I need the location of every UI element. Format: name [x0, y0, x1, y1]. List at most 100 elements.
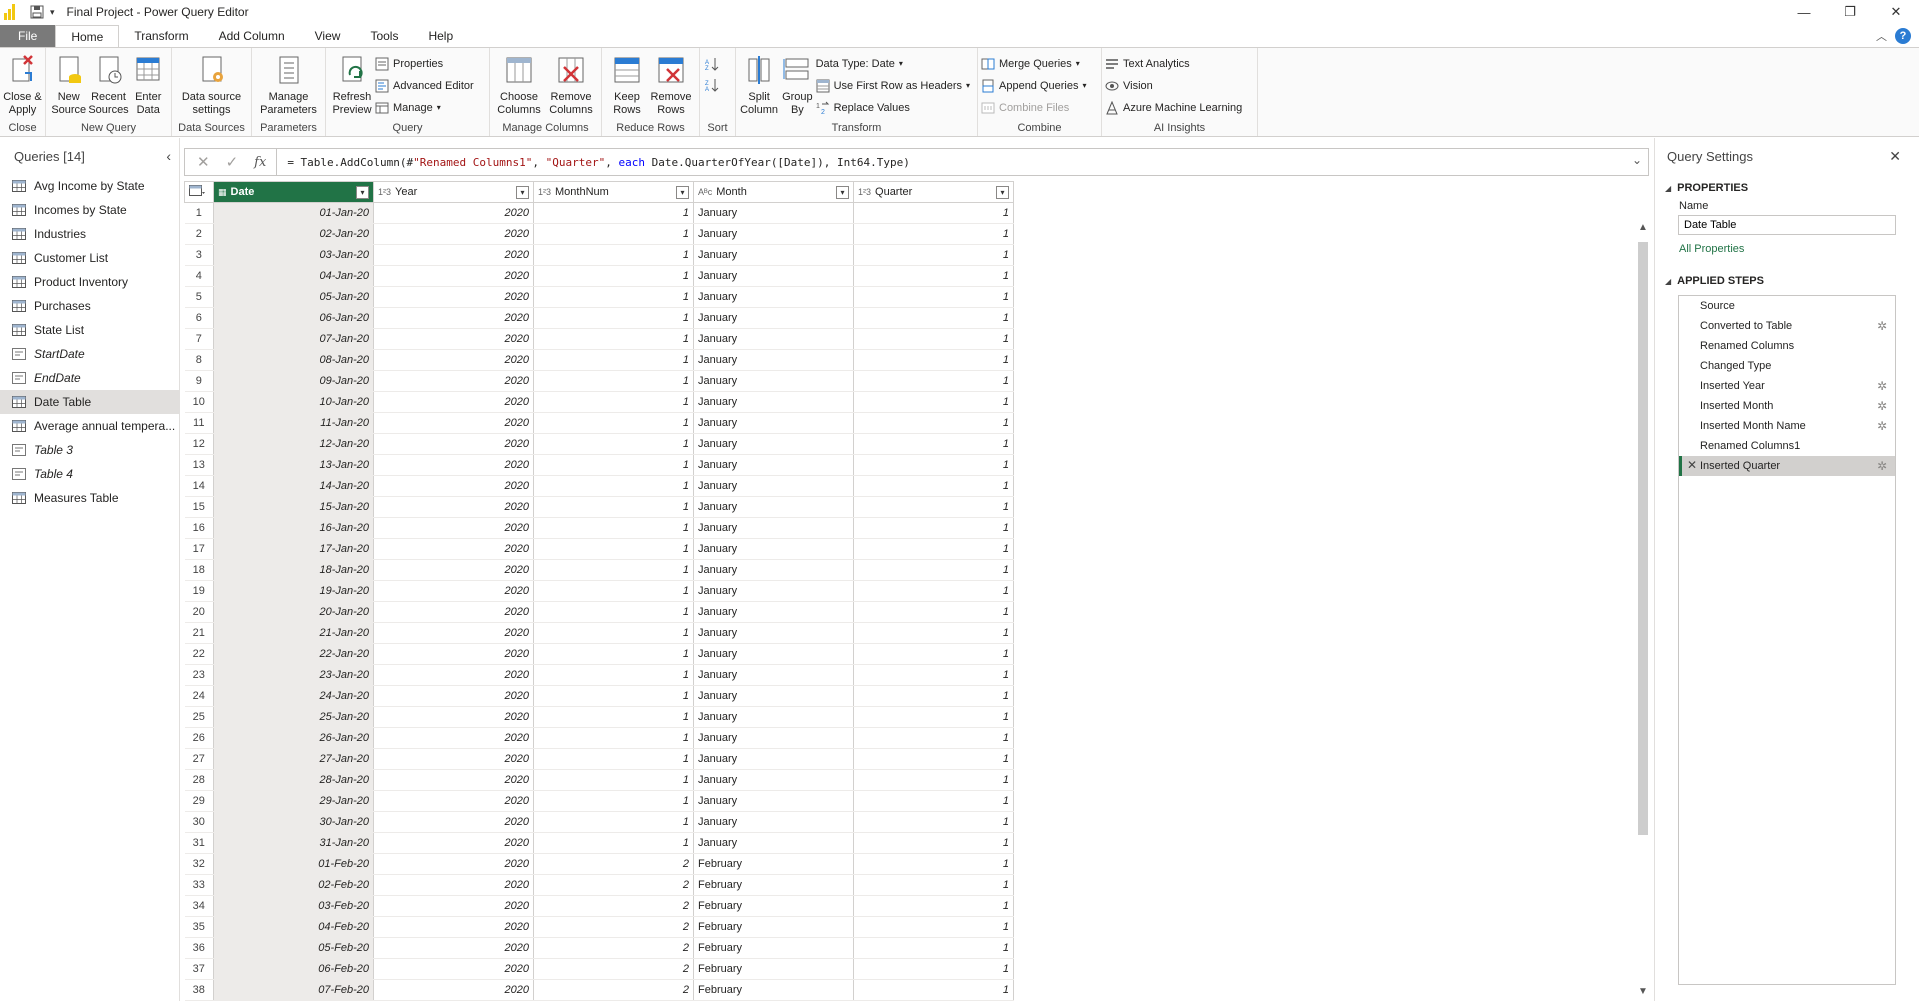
data-type-dropdown[interactable]: Data Type: Date ▾ — [816, 54, 974, 73]
table-cell[interactable]: January — [693, 265, 854, 287]
row-number[interactable]: 2 — [184, 223, 214, 245]
query-item[interactable]: Avg Income by State — [0, 174, 179, 198]
table-cell[interactable]: 11-Jan-20 — [213, 412, 374, 434]
table-cell[interactable]: January — [693, 559, 854, 581]
table-cell[interactable]: 1 — [853, 349, 1014, 371]
tab-tools[interactable]: Tools — [355, 25, 413, 47]
table-cell[interactable]: 1 — [853, 370, 1014, 392]
table-cell[interactable]: 2020 — [373, 433, 534, 455]
table-cell[interactable]: 21-Jan-20 — [213, 622, 374, 644]
table-cell[interactable]: February — [693, 937, 854, 959]
table-cell[interactable]: 2020 — [373, 790, 534, 812]
table-cell[interactable]: 02-Jan-20 — [213, 223, 374, 245]
table-cell[interactable]: 1 — [853, 580, 1014, 602]
table-cell[interactable]: 2020 — [373, 559, 534, 581]
table-cell[interactable]: January — [693, 391, 854, 413]
column-header-monthnum[interactable]: 1²3 MonthNum ▾ — [533, 181, 694, 203]
table-cell[interactable]: 2020 — [373, 916, 534, 938]
table-cell[interactable]: 27-Jan-20 — [213, 748, 374, 770]
step-settings-gear-icon[interactable]: ✲ — [1877, 459, 1887, 473]
table-cell[interactable]: January — [693, 433, 854, 455]
row-number[interactable]: 35 — [184, 916, 214, 938]
table-cell[interactable]: 1 — [853, 412, 1014, 434]
row-number[interactable]: 28 — [184, 769, 214, 791]
table-cell[interactable]: January — [693, 517, 854, 539]
row-number[interactable]: 6 — [184, 307, 214, 329]
query-item[interactable]: StartDate — [0, 342, 179, 366]
table-cell[interactable]: 20-Jan-20 — [213, 601, 374, 623]
manage-button[interactable]: Manage ▾ — [375, 98, 478, 117]
restore-button[interactable]: ❐ — [1827, 0, 1873, 24]
table-cell[interactable]: 1 — [853, 475, 1014, 497]
number-type-icon[interactable]: 1²3 — [378, 187, 391, 197]
table-cell[interactable]: 29-Jan-20 — [213, 790, 374, 812]
commit-formula-icon[interactable]: ✓ — [226, 153, 239, 171]
properties-section[interactable]: ◢ PROPERTIES — [1655, 182, 1919, 194]
row-number[interactable]: 38 — [184, 979, 214, 1001]
table-cell[interactable]: January — [693, 307, 854, 329]
table-cell[interactable]: 1 — [853, 538, 1014, 560]
row-number[interactable]: 3 — [184, 244, 214, 266]
column-header-quarter[interactable]: 1²3 Quarter ▾ — [853, 181, 1014, 203]
table-cell[interactable]: January — [693, 706, 854, 728]
properties-button[interactable]: Properties — [375, 54, 478, 73]
table-cell[interactable]: 07-Feb-20 — [213, 979, 374, 1001]
table-cell[interactable]: 2020 — [373, 223, 534, 245]
row-number[interactable]: 21 — [184, 622, 214, 644]
table-cell[interactable]: 2020 — [373, 580, 534, 602]
table-cell[interactable]: 1 — [853, 286, 1014, 308]
table-cell[interactable]: 1 — [853, 433, 1014, 455]
table-cell[interactable]: 2020 — [373, 349, 534, 371]
table-cell[interactable]: 1 — [853, 790, 1014, 812]
table-cell[interactable]: February — [693, 979, 854, 1001]
table-cell[interactable]: 1 — [853, 601, 1014, 623]
applied-step[interactable]: Inserted Year ✲ — [1679, 376, 1895, 396]
row-number[interactable]: 1 — [184, 202, 214, 224]
table-cell[interactable]: 06-Jan-20 — [213, 307, 374, 329]
table-cell[interactable]: 1 — [853, 643, 1014, 665]
all-properties-link[interactable]: All Properties — [1655, 243, 1919, 255]
row-number[interactable]: 36 — [184, 937, 214, 959]
merge-queries-button[interactable]: Merge Queries ▾ — [981, 54, 1091, 73]
table-cell[interactable]: 1 — [533, 370, 694, 392]
table-cell[interactable]: January — [693, 601, 854, 623]
table-cell[interactable]: 1 — [853, 916, 1014, 938]
table-cell[interactable]: 19-Jan-20 — [213, 580, 374, 602]
query-item[interactable]: Purchases — [0, 294, 179, 318]
table-cell[interactable]: 2020 — [373, 538, 534, 560]
table-cell[interactable]: January — [693, 223, 854, 245]
step-settings-gear-icon[interactable]: ✲ — [1877, 319, 1887, 333]
table-cell[interactable]: 2020 — [373, 748, 534, 770]
query-item[interactable]: Measures Table — [0, 486, 179, 510]
row-number[interactable]: 10 — [184, 391, 214, 413]
table-cell[interactable]: 13-Jan-20 — [213, 454, 374, 476]
scroll-down-icon[interactable]: ▼ — [1636, 986, 1650, 997]
table-cell[interactable]: 1 — [533, 265, 694, 287]
table-cell[interactable]: 2020 — [373, 202, 534, 224]
step-settings-gear-icon[interactable]: ✲ — [1877, 399, 1887, 413]
step-settings-gear-icon[interactable]: ✲ — [1877, 379, 1887, 393]
row-number[interactable]: 13 — [184, 454, 214, 476]
table-cell[interactable]: January — [693, 769, 854, 791]
table-cell[interactable]: 1 — [853, 895, 1014, 917]
table-cell[interactable]: 1 — [853, 496, 1014, 518]
table-cell[interactable]: 2020 — [373, 853, 534, 875]
row-number[interactable]: 22 — [184, 643, 214, 665]
table-cell[interactable]: 1 — [533, 685, 694, 707]
table-cell[interactable]: 1 — [533, 202, 694, 224]
applied-step[interactable]: Source — [1679, 296, 1895, 316]
table-cell[interactable]: 1 — [853, 727, 1014, 749]
table-cell[interactable]: January — [693, 811, 854, 833]
date-type-icon[interactable]: ▦ — [218, 187, 227, 197]
help-icon[interactable]: ? — [1895, 28, 1911, 44]
table-cell[interactable]: 31-Jan-20 — [213, 832, 374, 854]
query-item[interactable]: EndDate — [0, 366, 179, 390]
applied-step[interactable]: Inserted Month ✲ — [1679, 396, 1895, 416]
combine-files-button[interactable]: Combine Files — [981, 98, 1091, 117]
row-number[interactable]: 8 — [184, 349, 214, 371]
table-cell[interactable]: 1 — [853, 307, 1014, 329]
table-cell[interactable]: 2 — [533, 958, 694, 980]
table-menu-button[interactable] — [184, 181, 214, 203]
table-cell[interactable]: February — [693, 874, 854, 896]
table-cell[interactable]: 1 — [533, 433, 694, 455]
